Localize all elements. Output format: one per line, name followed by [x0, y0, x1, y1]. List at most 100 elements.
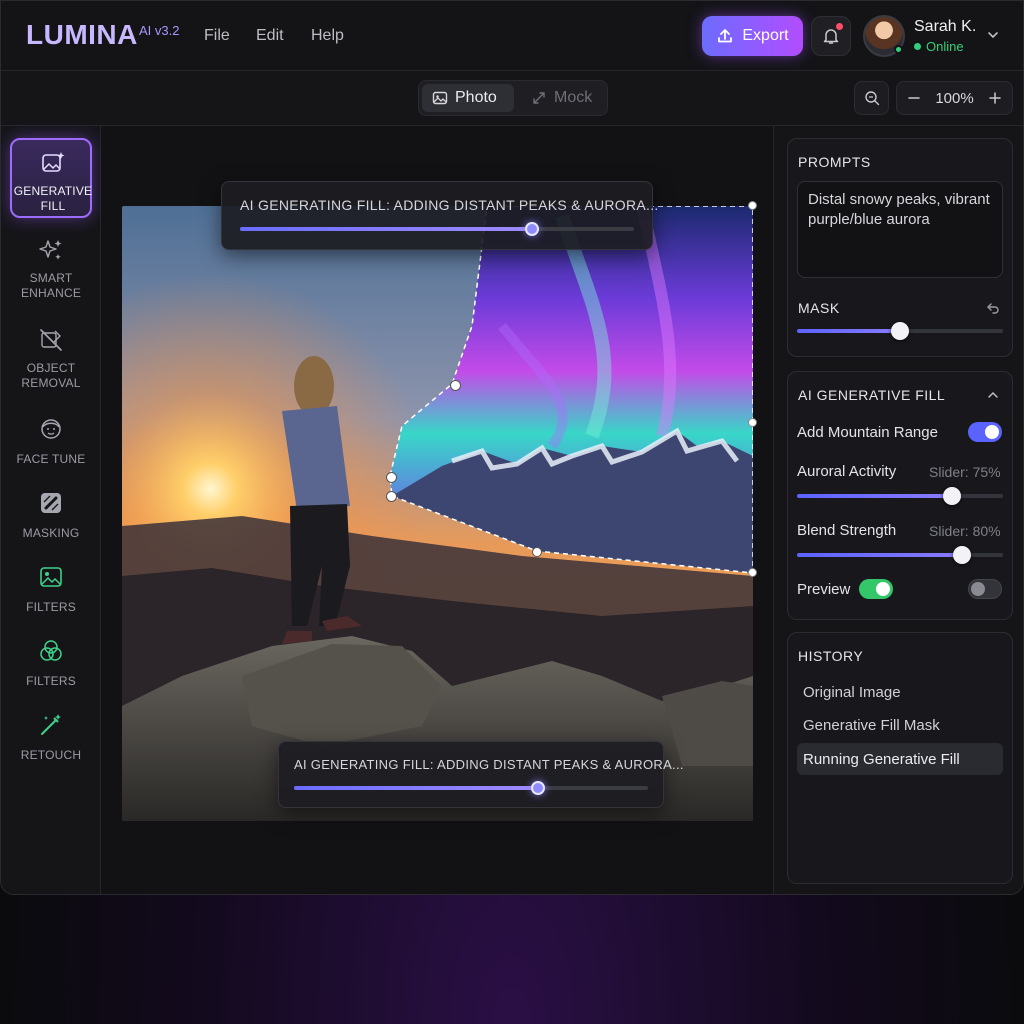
slider-fill — [797, 329, 900, 333]
progress-fill — [294, 786, 539, 790]
mask-slider[interactable] — [797, 322, 1003, 340]
secondary-toggle[interactable] — [968, 579, 1002, 599]
swap-arrows-icon — [533, 92, 545, 104]
selection-handle[interactable] — [386, 472, 397, 483]
tool-object-removal[interactable]: OBJECT REMOVAL — [10, 317, 92, 397]
prompts-title: PROMPTS — [798, 154, 871, 170]
edited-photo[interactable] — [122, 206, 753, 821]
toggle-knob — [876, 582, 890, 596]
add-mountain-toggle[interactable] — [968, 422, 1002, 442]
mask-title: MASK — [798, 300, 840, 316]
auroral-value: Slider: 75% — [929, 464, 1001, 480]
tool-label: GENERATIVE FILL — [13, 184, 93, 213]
image-icon — [40, 567, 62, 587]
selection-handle[interactable] — [748, 418, 757, 427]
generation-progress-top: AI GENERATING FILL: ADDING DISTANT PEAKS… — [221, 181, 658, 250]
view-toggle: Photo Mock — [418, 80, 608, 116]
history-item[interactable]: Generative Fill Mask — [797, 709, 1003, 741]
toggle-knob — [971, 582, 985, 596]
menu-file[interactable]: File — [204, 27, 230, 45]
tab-photo[interactable]: Photo — [422, 84, 514, 112]
undo-icon[interactable] — [986, 301, 1000, 315]
prompt-textarea[interactable]: Distal snowy peaks, vibrant purple/blue … — [797, 181, 1003, 278]
tab-photo-label: Photo — [455, 89, 497, 106]
zoom-in-icon[interactable] — [988, 91, 1002, 105]
progress-text: AI GENERATING FILL: ADDING DISTANT PEAKS… — [294, 757, 684, 772]
mask-icon — [41, 493, 61, 513]
tool-filters[interactable]: FILTERS — [10, 554, 92, 634]
export-button[interactable]: Export — [702, 16, 803, 56]
tab-mock[interactable]: Mock — [521, 84, 605, 112]
tool-face-tune[interactable]: FACE TUNE — [10, 406, 92, 486]
generation-progress-bottom: AI GENERATING FILL: ADDING DISTANT PEAKS… — [278, 741, 683, 808]
zoom-value: 100% — [935, 89, 974, 107]
blend-strength-label: Blend Strength — [797, 522, 897, 539]
zoom-out-icon[interactable] — [907, 91, 921, 105]
auroral-activity-label: Auroral Activity — [797, 463, 897, 480]
slider-handle[interactable] — [942, 487, 961, 505]
notification-dot — [836, 23, 843, 30]
tool-retouch[interactable]: RETOUCH — [10, 702, 92, 782]
selection-handle[interactable] — [532, 547, 542, 557]
tab-mock-label: Mock — [554, 89, 593, 106]
menu-edit[interactable]: Edit — [256, 27, 284, 45]
tool-label: FILTERS — [26, 674, 76, 688]
slider-handle[interactable] — [952, 546, 971, 564]
blend-value: Slider: 80% — [929, 523, 1001, 539]
status-dot — [914, 43, 921, 50]
tool-label: FACE TUNE — [16, 452, 86, 466]
app-version: AI v3.2 — [139, 23, 180, 38]
sparkles-icon — [39, 240, 62, 260]
blend-strength-slider[interactable] — [797, 546, 1003, 564]
online-indicator — [894, 45, 903, 54]
progress-bar — [240, 222, 634, 236]
selection-handle[interactable] — [748, 568, 757, 577]
zoom-fit-button[interactable] — [854, 81, 889, 115]
tool-masking[interactable]: MASKING — [10, 480, 92, 560]
tool-label: OBJECT REMOVAL — [21, 361, 81, 390]
slider-fill — [797, 494, 952, 498]
user-status-text: Online — [926, 39, 964, 54]
progress-handle[interactable] — [524, 222, 539, 236]
history-item-selected[interactable]: Running Generative Fill — [797, 743, 1003, 775]
progress-handle[interactable] — [531, 781, 546, 795]
app-logo: LUMINA — [26, 19, 138, 50]
auroral-activity-slider[interactable] — [797, 487, 1003, 505]
tool-smart-enhance[interactable]: SMART ENHANCE — [10, 227, 92, 307]
object-removal-icon — [40, 329, 62, 351]
selection-mask-outline — [389, 206, 753, 574]
tool-label: FILTERS — [26, 600, 76, 614]
toggle-knob — [985, 425, 999, 439]
progress-fill — [240, 227, 532, 231]
image-sparkle-icon — [42, 152, 65, 172]
chevron-up-icon[interactable] — [986, 388, 1000, 402]
tool-filters-color[interactable]: FILTERS — [10, 628, 92, 708]
magic-wand-icon — [41, 714, 61, 735]
add-mountain-label: Add Mountain Range — [797, 424, 938, 441]
selection-handle[interactable] — [386, 491, 397, 502]
notifications-button[interactable] — [811, 16, 851, 56]
ai-fill-title: AI GENERATIVE FILL — [798, 387, 946, 403]
view-toolbar: Photo Mock 100% — [1, 71, 1023, 126]
preview-toggle[interactable] — [859, 579, 893, 599]
tool-label: SMART ENHANCE — [20, 271, 82, 300]
tool-label: MASKING — [22, 526, 80, 540]
selection-handle[interactable] — [450, 380, 461, 391]
preview-label: Preview — [797, 581, 851, 598]
progress-text: AI GENERATING FILL: ADDING DISTANT PEAKS… — [240, 197, 659, 213]
history-title: HISTORY — [798, 648, 864, 664]
color-circles-icon — [40, 640, 62, 661]
slider-handle[interactable] — [891, 322, 909, 340]
upload-icon — [718, 29, 733, 43]
progress-bar — [294, 781, 648, 795]
export-label: Export — [742, 27, 789, 44]
slider-fill — [797, 553, 962, 557]
history-item[interactable]: Original Image — [797, 676, 1003, 708]
menu-help[interactable]: Help — [311, 27, 344, 45]
face-icon — [41, 419, 61, 439]
tool-generative-fill[interactable]: GENERATIVE FILL — [10, 138, 92, 218]
selection-handle[interactable] — [748, 201, 757, 210]
chevron-down-icon[interactable] — [986, 28, 1000, 42]
user-name: Sarah K. — [914, 18, 977, 35]
top-bar: LUMINA AI v3.2 File Edit Help Export Sar… — [1, 1, 1023, 71]
